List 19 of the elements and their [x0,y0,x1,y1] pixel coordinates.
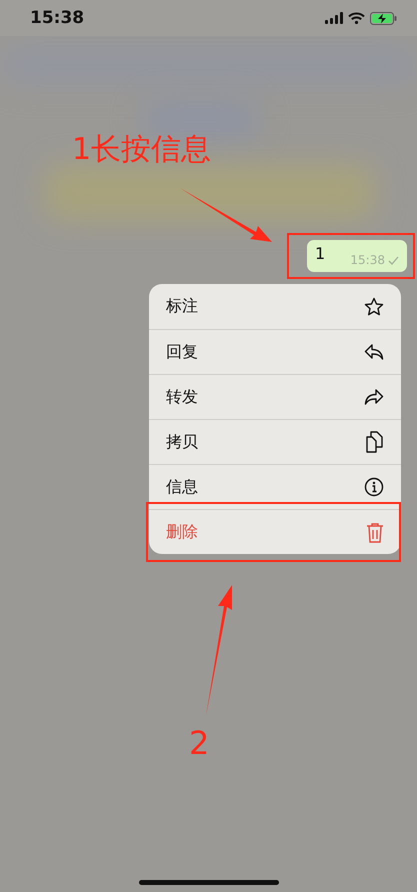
wifi-icon [348,12,365,24]
status-time: 15:38 [30,8,84,28]
forward-icon [364,388,384,406]
message-text: 1 [315,244,326,262]
message-time: 15:38 [350,253,385,267]
signal-icon [325,12,343,24]
menu-item[interactable]: 回复 [149,329,401,374]
annotation-label: 2 [189,725,210,761]
menu-item[interactable]: 转发 [149,374,401,419]
battery-charging-icon [370,12,397,24]
menu-item[interactable]: 标注 [149,284,401,329]
menu-item[interactable]: 信息 [149,464,401,509]
trash-icon [366,522,384,542]
annotation-label: 1长按信息 [72,132,212,168]
reply-icon [364,343,384,361]
menu-item[interactable]: 拷贝 [149,419,401,464]
copy-icon [366,431,384,453]
star-icon [364,296,384,316]
info-icon [364,477,384,497]
